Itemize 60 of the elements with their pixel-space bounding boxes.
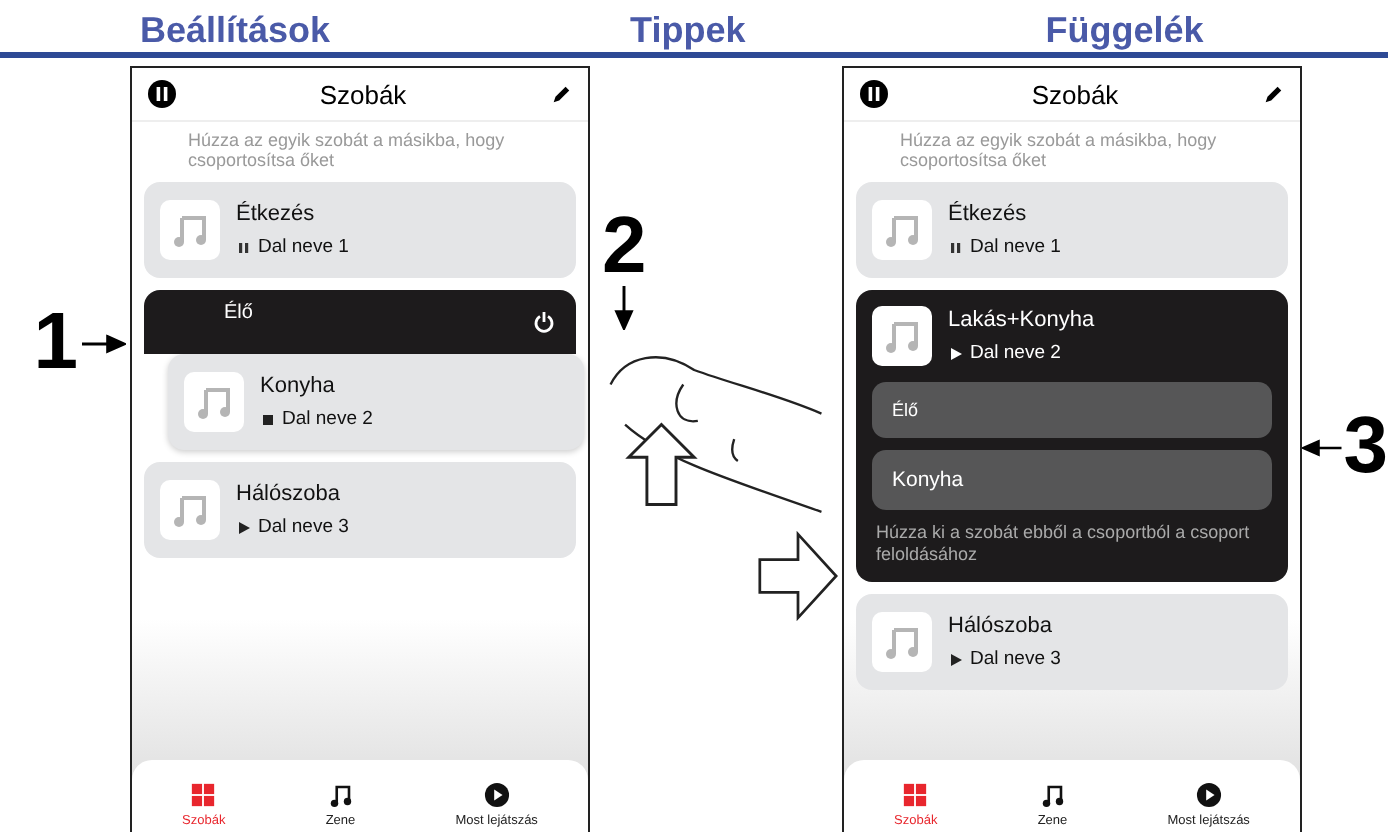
member-room[interactable]: Konyha xyxy=(872,450,1272,510)
play-icon xyxy=(236,519,252,535)
step-number: 3 xyxy=(1343,406,1388,486)
right-arrow-icon xyxy=(82,334,126,354)
stop-icon xyxy=(260,411,276,427)
group-name: Lakás+Konyha xyxy=(948,308,1095,332)
room-name: Élő xyxy=(224,302,253,324)
song-name: Dal neve 3 xyxy=(258,516,349,538)
hint-text: Húzza ki a szobát ebből a csoportból a csoport feloldásához xyxy=(874,522,1252,566)
song-name: Dal neve 2 xyxy=(970,342,1061,364)
music-note-icon xyxy=(882,316,922,356)
pencil-icon[interactable] xyxy=(1262,83,1284,105)
dragged-room-card[interactable]: Konyha Dal neve 2 xyxy=(168,354,584,450)
music-note-icon xyxy=(170,490,210,530)
room-name: Hálószoba xyxy=(948,614,1054,638)
song-name: Dal neve 3 xyxy=(970,648,1061,670)
room-card[interactable]: Étkezés Dal neve 1 xyxy=(856,182,1288,278)
screen-title: Szobák xyxy=(319,79,407,109)
member-room[interactable]: Élő xyxy=(872,382,1272,438)
chapter-tab[interactable]: Beállítások xyxy=(140,8,331,52)
room-card[interactable]: Étkezés Dal neve 1 xyxy=(144,182,576,278)
chapter-tab[interactable]: Függelék xyxy=(1045,8,1204,52)
room-name: Étkezés xyxy=(948,202,1029,226)
grid-icon xyxy=(902,782,929,808)
song-name: Dal neve 2 xyxy=(282,408,373,430)
song-name: Dal neve 1 xyxy=(970,236,1061,258)
room-card[interactable]: Élő xyxy=(144,290,576,354)
pause-icon[interactable] xyxy=(860,80,888,108)
music-note-icon xyxy=(1039,782,1066,808)
pause-icon xyxy=(236,239,252,255)
group-card[interactable]: Lakás+Konyha Dal neve 2 Élő Konyha Húzza ki a szobát ebből a csoportból a csoport feloldásához xyxy=(856,290,1288,582)
right-arrow-icon xyxy=(758,530,838,622)
room-name: Konyha xyxy=(260,374,337,398)
music-note-icon xyxy=(170,210,210,250)
play-icon xyxy=(948,651,964,667)
music-note-icon xyxy=(882,210,922,250)
pause-icon[interactable] xyxy=(148,80,176,108)
room-name: Étkezés xyxy=(236,202,317,226)
music-note-icon xyxy=(194,382,234,422)
play-circle-icon xyxy=(1195,782,1222,808)
screen-title: Szobák xyxy=(1031,79,1119,109)
down-arrow-icon xyxy=(614,286,635,330)
left-arrow-icon xyxy=(1302,438,1342,458)
step-number: 2 xyxy=(602,206,647,286)
step-number: 1 xyxy=(33,302,78,382)
play-circle-icon xyxy=(483,782,510,808)
pencil-icon[interactable] xyxy=(550,83,572,105)
power-icon[interactable] xyxy=(532,310,556,334)
hint-text: Húzza az egyik szobát a másikba, hogy csoportosítsa őket xyxy=(186,130,507,170)
room-card[interactable]: Hálószoba Dal neve 3 xyxy=(144,462,576,558)
hint-text: Húzza az egyik szobát a másikba, hogy csoportosítsa őket xyxy=(898,130,1219,170)
music-note-icon xyxy=(327,782,354,808)
music-note-icon xyxy=(882,622,922,662)
room-name: Hálószoba xyxy=(236,482,342,506)
play-icon xyxy=(948,345,964,361)
song-name: Dal neve 1 xyxy=(258,236,349,258)
grid-icon xyxy=(190,782,217,808)
room-card[interactable]: Hálószoba Dal neve 3 xyxy=(856,594,1288,690)
pause-icon xyxy=(948,239,964,255)
chapter-tab[interactable]: Tippek xyxy=(630,8,746,52)
